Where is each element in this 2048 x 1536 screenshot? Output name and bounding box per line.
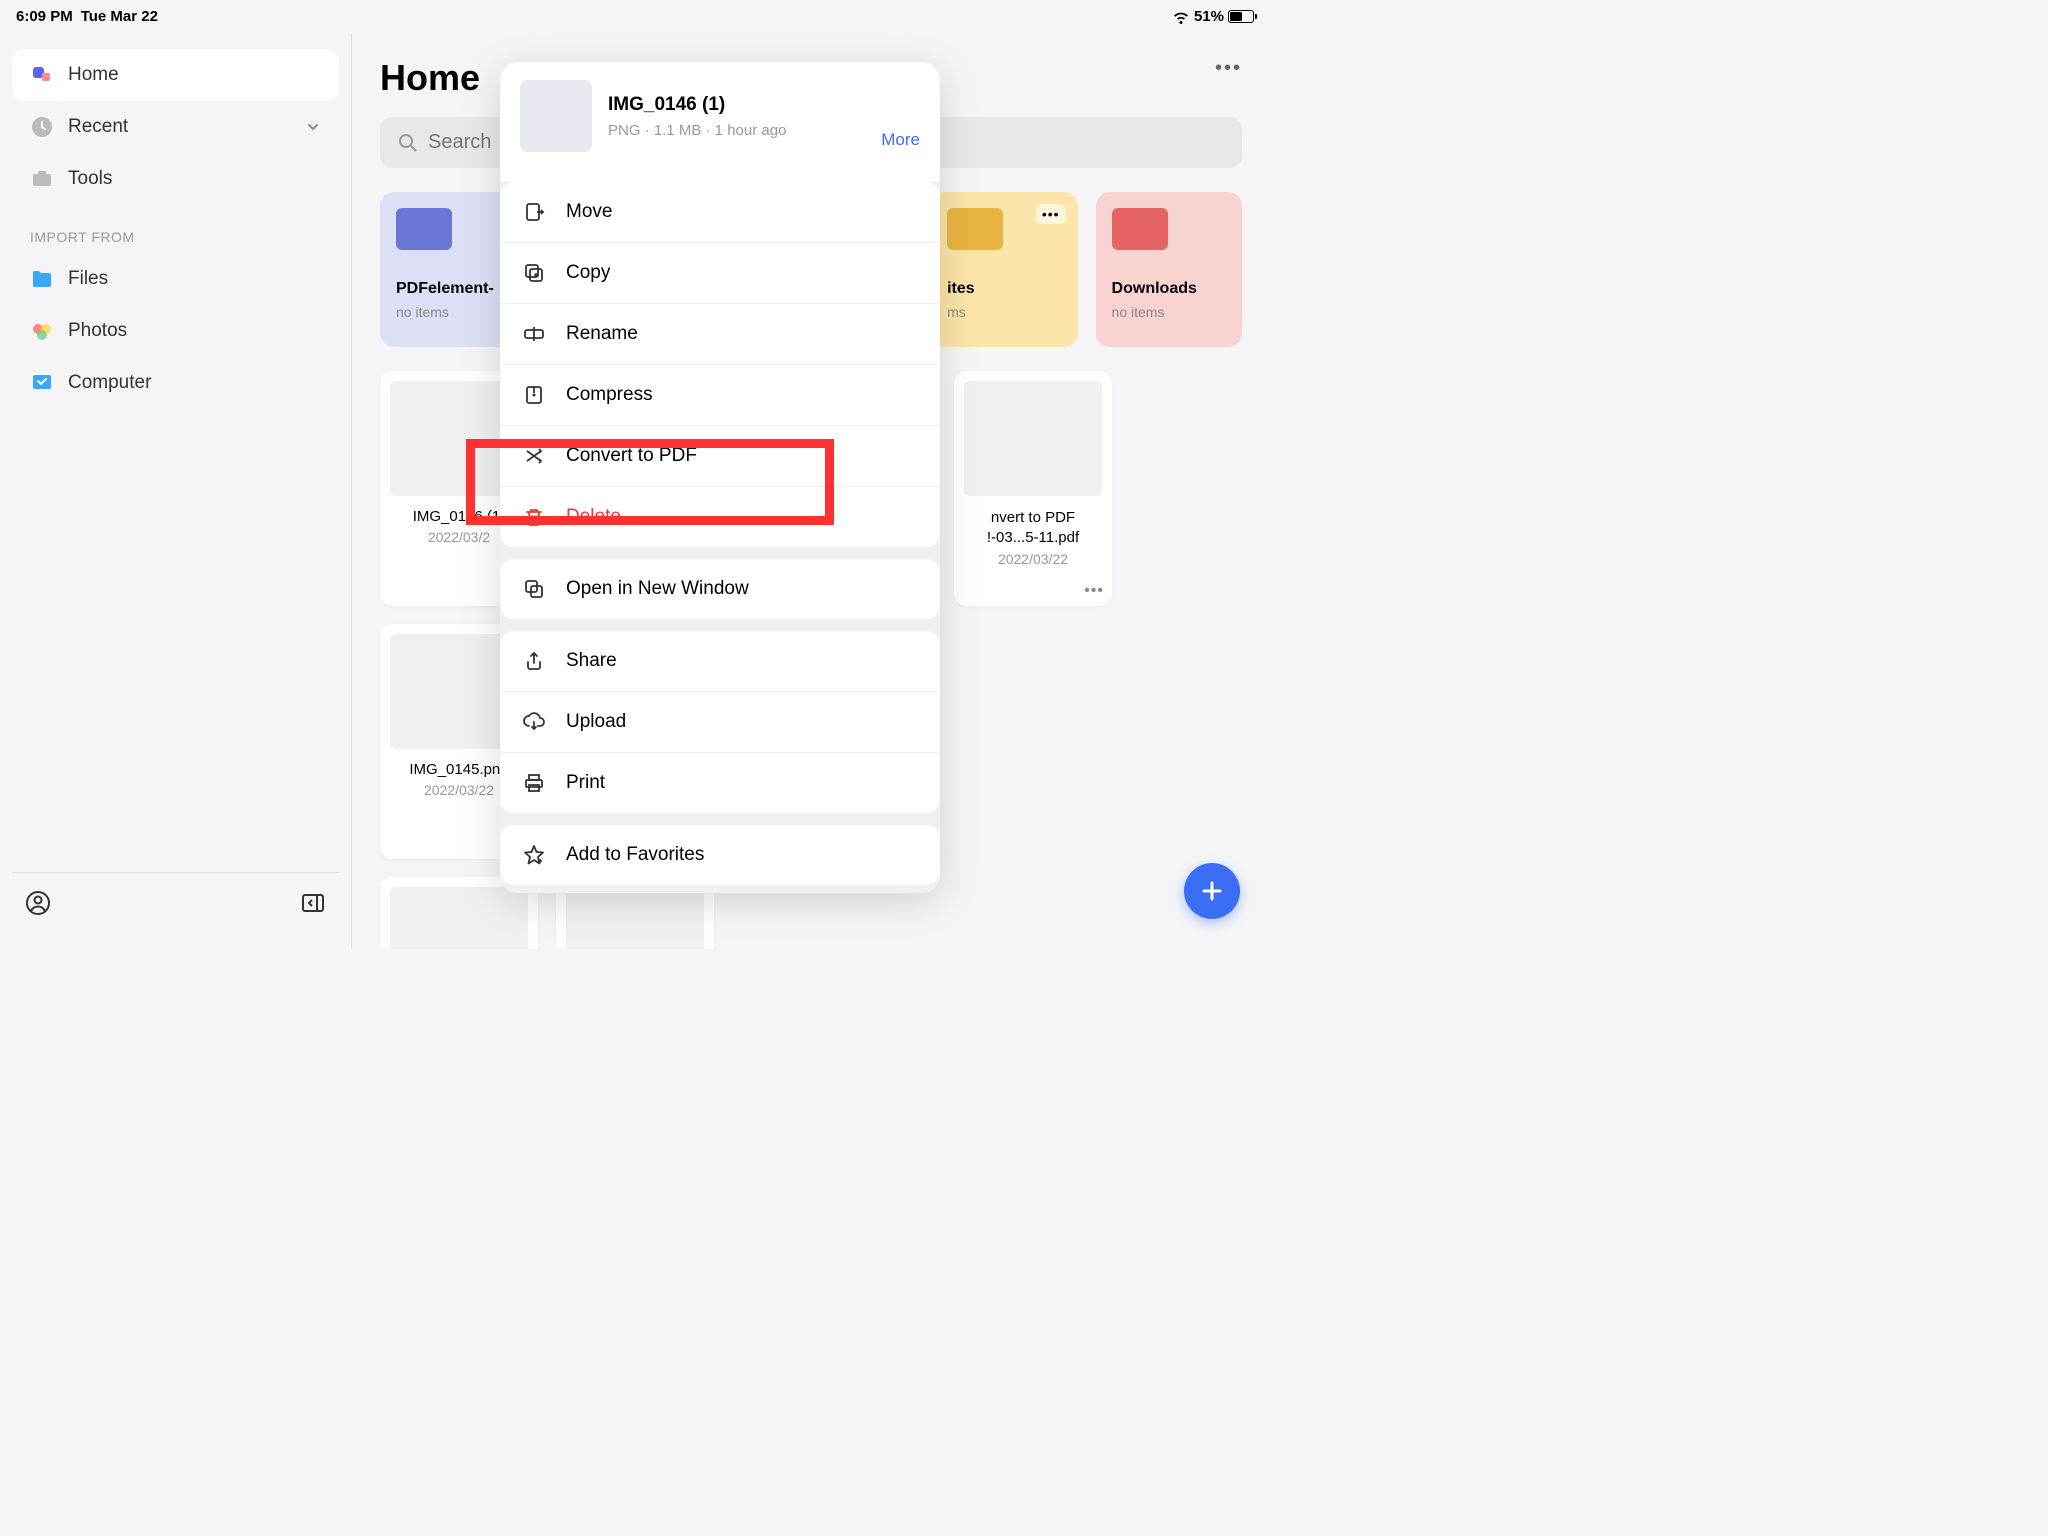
menu-label: Compress bbox=[566, 384, 653, 406]
menu-open-new-window[interactable]: Open in New Window bbox=[500, 559, 940, 619]
folder-icon bbox=[1112, 208, 1168, 250]
copy-icon bbox=[522, 261, 546, 285]
sidebar-label: Photos bbox=[68, 320, 127, 342]
sidebar-item-photos[interactable]: Photos bbox=[12, 305, 339, 357]
collapse-icon[interactable] bbox=[299, 889, 327, 917]
convert-icon bbox=[522, 444, 546, 468]
menu-convert-to-pdf[interactable]: Convert to PDF bbox=[500, 426, 940, 487]
folder-icon bbox=[396, 208, 452, 250]
menu-label: Share bbox=[566, 650, 617, 672]
popup-more-button[interactable]: More bbox=[881, 130, 920, 150]
context-menu-popup: IMG_0146 (1) PNG · 1.1 MB · 1 hour ago M… bbox=[500, 62, 940, 893]
tools-icon bbox=[30, 167, 54, 191]
folder-meta: ms bbox=[947, 304, 1061, 320]
chevron-down-icon bbox=[305, 119, 321, 135]
status-bar: 6:09 PM Tue Mar 22 51% bbox=[0, 0, 1270, 33]
battery-percent: 51% bbox=[1194, 8, 1224, 25]
menu-label: Print bbox=[566, 772, 605, 794]
menu-rename[interactable]: Rename bbox=[500, 304, 940, 365]
menu-compress[interactable]: Compress bbox=[500, 365, 940, 426]
star-icon bbox=[522, 843, 546, 867]
folder-card[interactable]: Downloads no items bbox=[1096, 192, 1242, 347]
folder-meta: no items bbox=[396, 304, 510, 320]
delete-icon bbox=[522, 505, 546, 529]
sidebar-item-home[interactable]: Home bbox=[12, 49, 339, 101]
popup-file-title: IMG_0146 (1) bbox=[608, 94, 865, 116]
share-icon bbox=[522, 649, 546, 673]
menu-move[interactable]: Move bbox=[500, 182, 940, 243]
more-menu-button[interactable]: ••• bbox=[1215, 57, 1242, 80]
status-time: 6:09 PM bbox=[16, 8, 73, 25]
sidebar-item-files[interactable]: Files bbox=[12, 253, 339, 305]
folder-name: Downloads bbox=[1112, 280, 1226, 298]
sidebar-bottom bbox=[12, 872, 339, 933]
folder-name: ites bbox=[947, 280, 1061, 298]
file-name: nvert to PDF !-03...5-11.pdf bbox=[964, 508, 1102, 547]
menu-label: Add to Favorites bbox=[566, 844, 704, 866]
menu-label: Move bbox=[566, 201, 612, 223]
compress-icon bbox=[522, 383, 546, 407]
status-date: Tue Mar 22 bbox=[81, 8, 158, 25]
sidebar-label: Home bbox=[68, 64, 119, 86]
sidebar-label: Tools bbox=[68, 168, 112, 190]
wifi-icon bbox=[1172, 10, 1190, 24]
folder-name: PDFelement- bbox=[396, 280, 510, 298]
sidebar-item-computer[interactable]: Computer bbox=[12, 357, 339, 409]
sidebar: Home Recent Tools IMPORT FROM Files Phot… bbox=[0, 33, 352, 949]
photos-icon bbox=[30, 319, 54, 343]
folder-meta: no items bbox=[1112, 304, 1226, 320]
sidebar-item-recent[interactable]: Recent bbox=[12, 101, 339, 153]
sidebar-label: Computer bbox=[68, 372, 151, 394]
folder-card[interactable]: ••• ites ms bbox=[931, 192, 1077, 347]
upload-icon bbox=[522, 710, 546, 734]
menu-share[interactable]: Share bbox=[500, 631, 940, 692]
menu-label: Upload bbox=[566, 711, 626, 733]
rename-icon bbox=[522, 322, 546, 346]
menu-label: Delete bbox=[566, 506, 621, 528]
file-more-button[interactable]: ••• bbox=[1084, 582, 1104, 600]
folder-icon bbox=[947, 208, 1003, 250]
menu-print[interactable]: Print bbox=[500, 753, 940, 813]
file-thumbnail bbox=[566, 887, 704, 949]
menu-label: Rename bbox=[566, 323, 638, 345]
popup-thumbnail bbox=[520, 80, 592, 152]
battery-icon bbox=[1228, 10, 1254, 23]
file-thumbnail bbox=[390, 887, 528, 949]
add-button[interactable] bbox=[1184, 863, 1240, 919]
file-date: 2022/03/2 bbox=[428, 529, 490, 545]
folder-more-button[interactable]: ••• bbox=[1036, 204, 1066, 224]
import-from-header: IMPORT FROM bbox=[12, 205, 339, 253]
search-icon bbox=[398, 133, 418, 153]
home-icon bbox=[30, 63, 54, 87]
menu-add-favorites[interactable]: Add to Favorites bbox=[500, 825, 940, 885]
file-date: 2022/03/22 bbox=[424, 782, 494, 798]
menu-copy[interactable]: Copy bbox=[500, 243, 940, 304]
move-icon bbox=[522, 200, 546, 224]
file-thumbnail bbox=[964, 381, 1102, 496]
popup-file-meta: PNG · 1.1 MB · 1 hour ago bbox=[608, 122, 865, 139]
sidebar-label: Files bbox=[68, 268, 108, 290]
computer-icon bbox=[30, 371, 54, 395]
menu-label: Convert to PDF bbox=[566, 445, 697, 467]
account-icon[interactable] bbox=[24, 889, 52, 917]
clock-icon bbox=[30, 115, 54, 139]
open-window-icon bbox=[522, 577, 546, 601]
menu-label: Open in New Window bbox=[566, 578, 749, 600]
sidebar-item-tools[interactable]: Tools bbox=[12, 153, 339, 205]
popup-header: IMG_0146 (1) PNG · 1.1 MB · 1 hour ago M… bbox=[500, 62, 940, 170]
menu-delete[interactable]: Delete bbox=[500, 487, 940, 547]
menu-upload[interactable]: Upload bbox=[500, 692, 940, 753]
file-card[interactable]: nvert to PDF !-03...5-11.pdf 2022/03/22 … bbox=[954, 371, 1112, 606]
print-icon bbox=[522, 771, 546, 795]
file-date: 2022/03/22 bbox=[998, 551, 1068, 567]
sidebar-label: Recent bbox=[68, 116, 128, 138]
folder-icon bbox=[30, 267, 54, 291]
menu-label: Copy bbox=[566, 262, 610, 284]
